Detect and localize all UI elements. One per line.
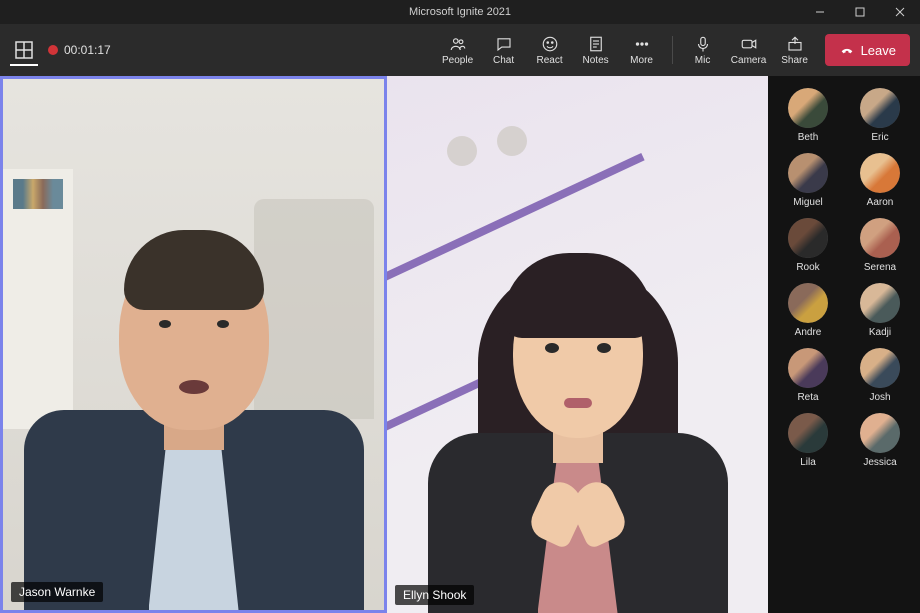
participant-roster: Beth Eric Miguel Aaron Rook Serena Andre… [768, 76, 920, 613]
avatar [860, 348, 900, 388]
name-tag: Jason Warnke [11, 582, 103, 602]
video-tile-ellyn[interactable]: Ellyn Shook [387, 76, 768, 613]
leave-button[interactable]: Leave [825, 34, 910, 66]
camera-button[interactable]: Camera [727, 31, 771, 70]
name-tag: Ellyn Shook [395, 585, 474, 605]
recording-timer: 00:01:17 [64, 43, 111, 57]
roster-item[interactable]: Reta [776, 348, 840, 403]
roster-item[interactable]: Jessica [848, 413, 912, 468]
roster-item[interactable]: Andre [776, 283, 840, 338]
close-button[interactable] [880, 0, 920, 24]
window-title: Microsoft Ignite 2021 [409, 6, 511, 18]
main-area: Jason Warnke Ellyn Shook Beth Eric Migue… [0, 76, 920, 613]
avatar [788, 218, 828, 258]
minimize-button[interactable] [800, 0, 840, 24]
chat-button[interactable]: Chat [482, 31, 526, 70]
roster-item[interactable]: Kadji [848, 283, 912, 338]
avatar [788, 153, 828, 193]
avatar [788, 88, 828, 128]
share-button[interactable]: Share [773, 31, 817, 70]
roster-item[interactable]: Lila [776, 413, 840, 468]
participant-video [3, 79, 384, 610]
maximize-button[interactable] [840, 0, 880, 24]
people-icon [449, 35, 467, 53]
recording-indicator: 00:01:17 [48, 43, 111, 57]
notes-button[interactable]: Notes [574, 31, 618, 70]
mic-icon [694, 35, 712, 53]
record-icon [48, 45, 58, 55]
avatar [788, 283, 828, 323]
share-icon [786, 35, 804, 53]
meeting-toolbar: 00:01:17 People Chat React Notes More Mi… [0, 24, 920, 76]
avatar [860, 153, 900, 193]
window-controls [800, 0, 920, 24]
roster-item[interactable]: Josh [848, 348, 912, 403]
notes-icon [587, 35, 605, 53]
roster-item[interactable]: Beth [776, 88, 840, 143]
layout-button[interactable] [10, 38, 38, 66]
video-grid: Jason Warnke Ellyn Shook [0, 76, 768, 613]
roster-item[interactable]: Miguel [776, 153, 840, 208]
avatar [860, 283, 900, 323]
avatar [788, 413, 828, 453]
more-button[interactable]: More [620, 31, 664, 70]
titlebar: Microsoft Ignite 2021 [0, 0, 920, 24]
avatar [860, 413, 900, 453]
hangup-icon [839, 42, 855, 58]
react-button[interactable]: React [528, 31, 572, 70]
camera-icon [740, 35, 758, 53]
avatar [860, 218, 900, 258]
mic-button[interactable]: Mic [681, 31, 725, 70]
more-icon [633, 35, 651, 53]
avatar [860, 88, 900, 128]
participant-video [387, 76, 768, 613]
video-tile-jason[interactable]: Jason Warnke [0, 76, 387, 613]
roster-item[interactable]: Eric [848, 88, 912, 143]
roster-item[interactable]: Serena [848, 218, 912, 273]
avatar [788, 348, 828, 388]
react-icon [541, 35, 559, 53]
roster-item[interactable]: Aaron [848, 153, 912, 208]
toolbar-divider [672, 36, 673, 64]
people-button[interactable]: People [436, 31, 480, 70]
chat-icon [495, 35, 513, 53]
roster-item[interactable]: Rook [776, 218, 840, 273]
